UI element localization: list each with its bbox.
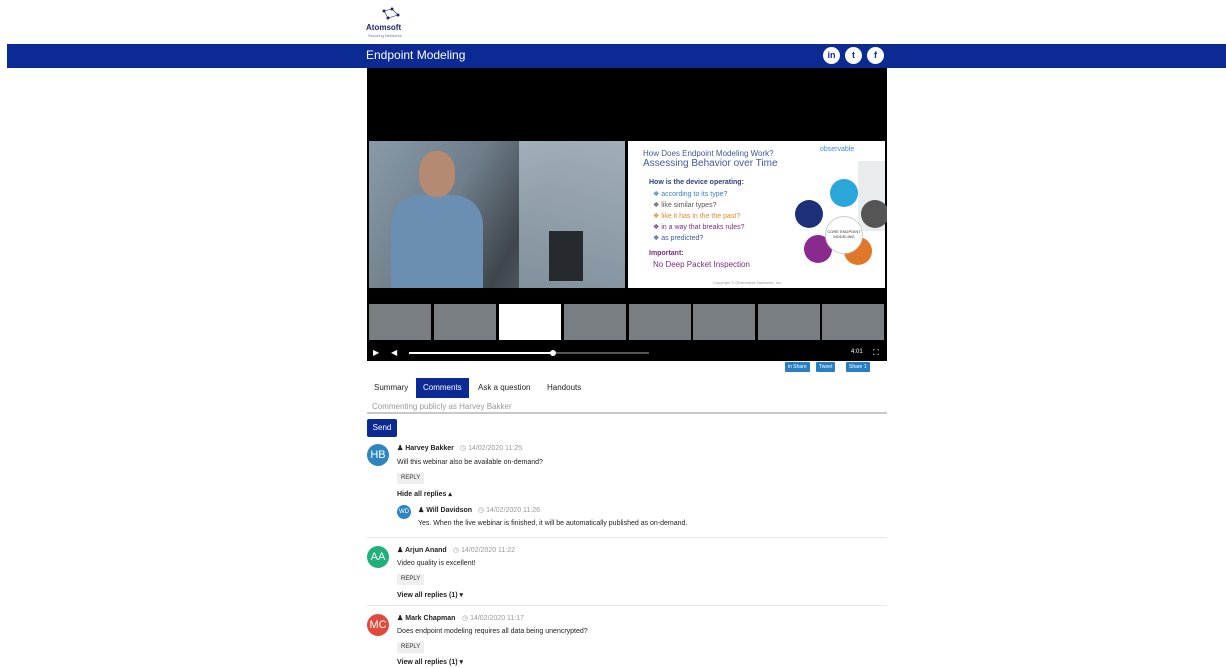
- play-icon[interactable]: ▶: [373, 348, 379, 357]
- atomsoft-logo: Atomsoft Securing Networks: [366, 6, 416, 38]
- slide-title: Assessing Behavior over Time: [643, 158, 778, 169]
- presentation-slide: How Does Endpoint Modeling Work? Assessi…: [628, 141, 887, 288]
- slide-item: ❖ according to its type?: [653, 191, 728, 198]
- volume-icon[interactable]: ◀: [391, 348, 397, 357]
- comment-time: ◷ 14/02/2020 11:22: [453, 547, 516, 554]
- comment-time: ◷ 14/02/2020 11:17: [462, 615, 525, 622]
- slide-pre-title: How Does Endpoint Modeling Work?: [643, 149, 774, 158]
- diagram-node: [795, 200, 823, 228]
- comment-author: ♟ Harvey Bakker: [397, 445, 454, 452]
- reply-button[interactable]: REPLY: [397, 473, 425, 484]
- progress-bar[interactable]: [409, 350, 649, 356]
- page-title: Endpoint Modeling: [366, 48, 466, 62]
- comment-input[interactable]: Commenting publicly as Harvey Bakker: [367, 398, 887, 414]
- reply-button[interactable]: REPLY: [397, 642, 425, 653]
- hide-replies-link[interactable]: Hide all replies ▴: [397, 490, 452, 498]
- reply-time: ◷ 14/02/2020 11:26: [478, 507, 541, 514]
- avatar: WD: [397, 505, 411, 519]
- reply-button[interactable]: REPLY: [397, 574, 425, 585]
- tab-ask-question[interactable]: Ask a question: [471, 378, 537, 398]
- diagram-hub: CORE ENDPOINT MODELING: [825, 216, 863, 254]
- facebook-share-button[interactable]: Share 1: [846, 362, 870, 372]
- player-controls: ▶ ◀ 4:01 ⛶: [367, 346, 887, 361]
- twitter-icon[interactable]: t: [845, 47, 862, 64]
- slide-thumbnail-active[interactable]: [499, 304, 561, 340]
- view-replies-link[interactable]: View all replies (1) ▾: [397, 591, 463, 599]
- progress-knob[interactable]: [550, 350, 556, 356]
- speaker-video: [369, 141, 625, 288]
- avatar: AA: [367, 546, 389, 568]
- comment-author: ♟ Mark Chapman: [397, 615, 456, 622]
- comment-author: ♟ Arjun Anand: [397, 547, 447, 554]
- tab-handouts[interactable]: Handouts: [540, 378, 588, 398]
- slide-item: ❖ like it has in the the past?: [653, 213, 741, 220]
- slide-important-text: No Deep Packet Inspection: [653, 260, 750, 269]
- slide-important-label: Important:: [649, 250, 684, 257]
- video-player[interactable]: How Does Endpoint Modeling Work? Assessi…: [367, 68, 887, 361]
- linkedin-share-button[interactable]: in Share: [785, 362, 810, 372]
- tweet-button[interactable]: Tweet: [816, 362, 836, 372]
- comment-time: ◷ 14/02/2020 11:25: [460, 445, 523, 452]
- avatar: HB: [367, 444, 389, 466]
- slide-thumbnails: [367, 304, 887, 340]
- brand-name: Atomsoft: [366, 23, 402, 32]
- linkedin-icon[interactable]: in: [823, 47, 840, 64]
- slide-item: ❖ as predicted?: [653, 235, 704, 242]
- slide-thumbnail[interactable]: [369, 304, 431, 340]
- reply-author: ♟ Will Davidson: [418, 507, 473, 514]
- view-replies-link[interactable]: View all replies (1) ▾: [397, 658, 463, 666]
- avatar: MC: [367, 614, 389, 636]
- slide-thumbnail[interactable]: [434, 304, 496, 340]
- slide-question: How is the device operating:: [649, 179, 744, 186]
- comment-text: Video quality is excellent!: [397, 560, 476, 567]
- comment-divider: [367, 537, 887, 538]
- comment-text: Does endpoint modeling requires all data…: [397, 628, 588, 635]
- header-bar: Endpoint Modeling in t f: [7, 44, 1226, 68]
- facebook-icon[interactable]: f: [867, 47, 884, 64]
- brand-tagline: Securing Networks: [368, 33, 402, 38]
- slide-brand: observable: [820, 146, 855, 153]
- slide-thumbnail[interactable]: [822, 304, 884, 340]
- comment-divider: [367, 605, 887, 606]
- slide-item: ❖ like similar types?: [653, 202, 717, 209]
- tab-comments[interactable]: Comments: [416, 378, 469, 398]
- diagram-node: [861, 200, 887, 228]
- send-button[interactable]: Send: [367, 419, 397, 437]
- comment-text: Will this webinar also be available on-d…: [397, 459, 543, 466]
- progress-fill: [409, 352, 553, 354]
- tab-summary[interactable]: Summary: [367, 378, 415, 398]
- slide-thumbnail[interactable]: [629, 304, 691, 340]
- atom-icon: [382, 7, 400, 20]
- reply-text: Yes. When the live webinar is finished, …: [418, 520, 688, 527]
- fullscreen-icon[interactable]: ⛶: [873, 348, 879, 358]
- slide-thumbnail[interactable]: [693, 304, 755, 340]
- time-display: 4:01: [851, 349, 863, 355]
- slide-item: ❖ in a way that breaks rules?: [653, 224, 745, 231]
- slide-thumbnail[interactable]: [564, 304, 626, 340]
- slide-thumbnail[interactable]: [758, 304, 820, 340]
- content-tabs: Summary Comments Ask a question Handouts: [367, 378, 887, 398]
- diagram-node: [830, 179, 858, 207]
- slide-copyright: Copyright © Observable Networks, Inc.: [713, 280, 783, 285]
